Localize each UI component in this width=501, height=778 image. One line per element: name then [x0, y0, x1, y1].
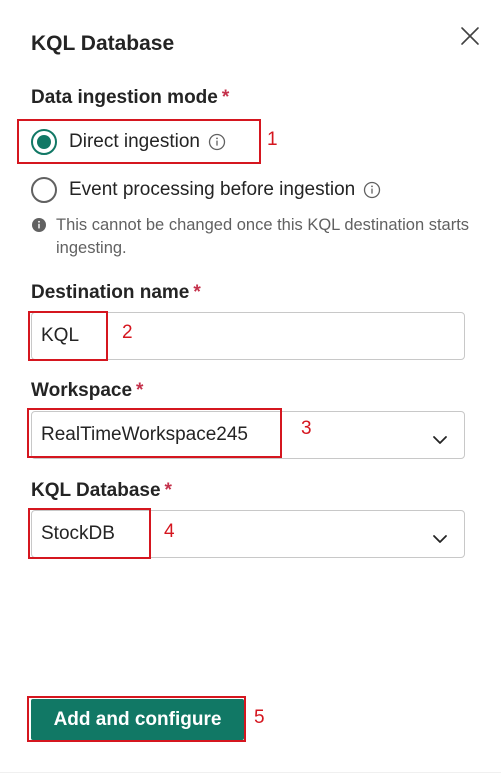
ingestion-mode-label: Data ingestion mode * [31, 87, 229, 109]
chevron-down-icon [432, 531, 448, 543]
annotation-number-1: 1 [267, 129, 278, 150]
required-marker: * [193, 282, 201, 303]
destination-name-label: Destination name * [31, 282, 201, 304]
ingestion-note-text: This cannot be changed once this KQL des… [56, 216, 470, 257]
required-marker: * [221, 87, 230, 108]
workspace-label: Workspace * [31, 380, 143, 402]
info-filled-icon [31, 217, 47, 233]
radio-label-direct: Direct ingestion [69, 131, 200, 152]
radio-event-processing[interactable]: Event processing before ingestion [31, 177, 381, 203]
chevron-down-icon [432, 432, 448, 444]
annotation-number-4: 4 [164, 521, 175, 542]
radio-button-checked[interactable] [31, 129, 57, 155]
required-marker: * [136, 380, 144, 401]
radio-button-unchecked[interactable] [31, 177, 57, 203]
destination-name-input[interactable]: KQL [31, 312, 465, 360]
kql-database-selected-value: StockDB [41, 523, 115, 544]
ingestion-mode-label-text: Data ingestion mode [31, 87, 218, 108]
add-and-configure-button[interactable]: Add and configure [31, 699, 244, 740]
annotation-number-2: 2 [122, 322, 133, 343]
close-button[interactable] [458, 24, 482, 48]
close-icon [461, 27, 479, 45]
ingestion-note: This cannot be changed once this KQL des… [31, 214, 471, 260]
kql-database-label: KQL Database * [31, 480, 172, 502]
destination-name-label-text: Destination name [31, 282, 190, 303]
workspace-label-text: Workspace [31, 380, 133, 401]
annotation-number-3: 3 [301, 418, 312, 439]
panel-title: KQL Database [31, 32, 175, 55]
workspace-selected-value: RealTimeWorkspace245 [41, 424, 248, 445]
radio-direct-ingestion[interactable]: Direct ingestion [31, 129, 226, 155]
info-icon[interactable] [208, 133, 226, 151]
destination-name-value: KQL [41, 325, 80, 346]
radio-label-event-processing: Event processing before ingestion [69, 179, 356, 200]
bottom-divider [0, 772, 501, 773]
kql-database-label-text: KQL Database [31, 480, 161, 501]
kql-database-dropdown[interactable]: StockDB [31, 510, 465, 558]
workspace-dropdown[interactable]: RealTimeWorkspace245 [31, 411, 465, 459]
annotation-number-5: 5 [254, 707, 265, 728]
required-marker: * [164, 480, 172, 501]
info-icon[interactable] [363, 181, 381, 199]
kql-destination-panel: KQL Database Data ingestion mode * Direct… [0, 0, 501, 778]
